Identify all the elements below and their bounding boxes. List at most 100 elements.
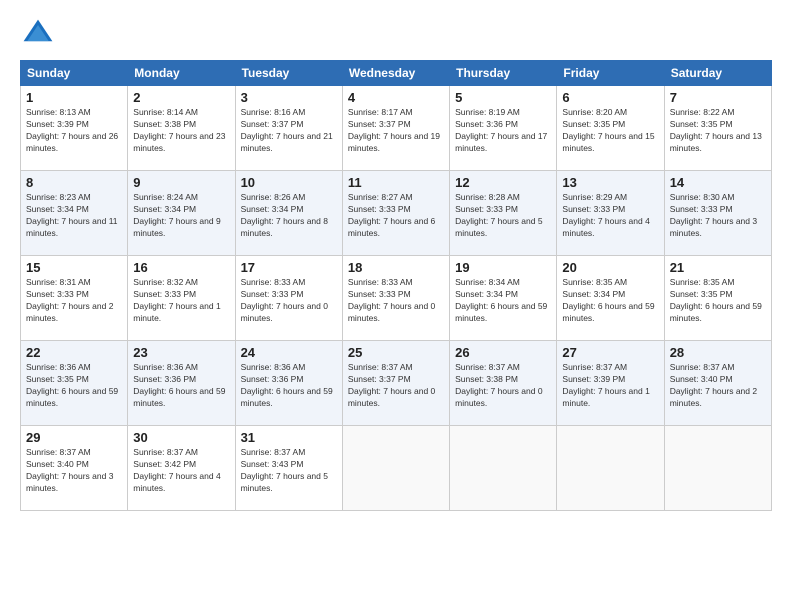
calendar-cell: 27 Sunrise: 8:37 AMSunset: 3:39 PMDayligh…: [557, 341, 664, 426]
day-number: 13: [562, 175, 658, 190]
sunset-text: Sunset: 3:33 PM: [348, 289, 411, 299]
sunset-text: Sunset: 3:40 PM: [26, 459, 89, 469]
calendar-cell: 10Sunrise: 8:26 AMSunset: 3:34 PMDayligh…: [235, 171, 342, 256]
day-number: 5: [455, 90, 551, 105]
daylight-text: Daylight: 6 hours and 59 minutes.: [562, 301, 654, 323]
sunrise-text: Sunrise: 8:19 AM: [455, 107, 520, 117]
daylight-text: Daylight: 7 hours and 11 minutes.: [26, 216, 118, 238]
daylight-text: Daylight: 7 hours and 0 minutes.: [348, 386, 435, 408]
calendar-cell: [342, 426, 449, 511]
sunset-text: Sunset: 3:37 PM: [348, 119, 411, 129]
day-number: 24: [241, 345, 337, 360]
sunset-text: Sunset: 3:34 PM: [241, 204, 304, 214]
day-info: Sunrise: 8:30 AMSunset: 3:33 PMDaylight:…: [670, 192, 766, 240]
day-info: Sunrise: 8:32 AMSunset: 3:33 PMDaylight:…: [133, 277, 229, 325]
sunrise-text: Sunrise: 8:27 AM: [348, 192, 413, 202]
daylight-text: Daylight: 7 hours and 5 minutes.: [455, 216, 542, 238]
calendar-cell: 25Sunrise: 8:37 AMSunset: 3:37 PMDayligh…: [342, 341, 449, 426]
day-info: Sunrise: 8:37 AMSunset: 3:39 PMDaylight:…: [562, 362, 658, 410]
day-number: 30: [133, 430, 229, 445]
day-number: 6: [562, 90, 658, 105]
day-info: Sunrise: 8:37 AMSunset: 3:38 PMDaylight:…: [455, 362, 551, 410]
day-info: Sunrise: 8:37 AMSunset: 3:43 PMDaylight:…: [241, 447, 337, 495]
calendar-week-2: 8Sunrise: 8:23 AMSunset: 3:34 PMDaylight…: [21, 171, 772, 256]
calendar-cell: 20 Sunrise: 8:35 AM Sunset: 3:34 PM Dayligh…: [557, 256, 664, 341]
sunset-text: Sunset: 3:33 PM: [348, 204, 411, 214]
daylight-text: Daylight: 6 hours and 59 minutes.: [133, 386, 225, 408]
sunset-text: Sunset: 3:39 PM: [26, 119, 89, 129]
sunset-text: Sunset: 3:34 PM: [562, 289, 625, 299]
sunset-text: Sunset: 3:33 PM: [670, 204, 733, 214]
calendar-week-3: 15Sunrise: 8:31 AMSunset: 3:33 PMDayligh…: [21, 256, 772, 341]
calendar-cell: [664, 426, 771, 511]
sunset-text: Sunset: 3:34 PM: [133, 204, 196, 214]
sunrise-text: Sunrise: 8:13 AM: [26, 107, 91, 117]
day-number: 9: [133, 175, 229, 190]
header: [20, 16, 772, 52]
calendar-cell: 28 Sunrise: 8:37 AMSunset: 3:40 PMDayligh…: [664, 341, 771, 426]
day-info: Sunrise: 8:16 AMSunset: 3:37 PMDaylight:…: [241, 107, 337, 155]
day-number: 20: [562, 260, 658, 275]
sunrise-text: Sunrise: 8:35 AM: [670, 277, 735, 287]
sunrise-text: Sunrise: 8:26 AM: [241, 192, 306, 202]
daylight-text: Daylight: 7 hours and 26 minutes.: [26, 131, 118, 153]
sunrise-text: Sunrise: 8:24 AM: [133, 192, 198, 202]
calendar-week-4: 22Sunrise: 8:36 AMSunset: 3:35 PMDayligh…: [21, 341, 772, 426]
calendar-cell: 8Sunrise: 8:23 AMSunset: 3:34 PMDaylight…: [21, 171, 128, 256]
sunset-text: Sunset: 3:38 PM: [455, 374, 518, 384]
calendar-cell: 7Sunrise: 8:22 AMSunset: 3:35 PMDaylight…: [664, 86, 771, 171]
sunrise-text: Sunrise: 8:23 AM: [26, 192, 91, 202]
daylight-text: Daylight: 7 hours and 1 minute.: [562, 386, 649, 408]
day-info: Sunrise: 8:35 AM Sunset: 3:34 PM Daylight:…: [562, 277, 658, 325]
sunset-text: Sunset: 3:37 PM: [241, 119, 304, 129]
calendar-header-saturday: Saturday: [664, 61, 771, 86]
day-number: 14: [670, 175, 766, 190]
sunset-text: Sunset: 3:34 PM: [26, 204, 89, 214]
day-number: 3: [241, 90, 337, 105]
day-info: Sunrise: 8:33 AMSunset: 3:33 PMDaylight:…: [348, 277, 444, 325]
daylight-text: Daylight: 7 hours and 2 minutes.: [26, 301, 113, 323]
sunrise-text: Sunrise: 8:32 AM: [133, 277, 198, 287]
calendar-cell: 13Sunrise: 8:29 AMSunset: 3:33 PMDayligh…: [557, 171, 664, 256]
day-info: Sunrise: 8:23 AM Sunset: 3:34 PM Daylight:…: [26, 192, 122, 240]
daylight-text: Daylight: 7 hours and 23 minutes.: [133, 131, 225, 153]
daylight-text: Daylight: 7 hours and 17 minutes.: [455, 131, 547, 153]
calendar-week-1: 1Sunrise: 8:13 AMSunset: 3:39 PMDaylight…: [21, 86, 772, 171]
day-info: Sunrise: 8:17 AMSunset: 3:37 PMDaylight:…: [348, 107, 444, 155]
day-info: Sunrise: 8:34 AMSunset: 3:34 PMDaylight:…: [455, 277, 551, 325]
day-info: Sunrise: 8:14 AMSunset: 3:38 PMDaylight:…: [133, 107, 229, 155]
day-info: Sunrise: 8:36 AMSunset: 3:36 PMDaylight:…: [133, 362, 229, 410]
calendar-header-monday: Monday: [128, 61, 235, 86]
sunrise-text: Sunrise: 8:37 AM: [133, 447, 198, 457]
calendar-cell: 4Sunrise: 8:17 AMSunset: 3:37 PMDaylight…: [342, 86, 449, 171]
day-number: 27: [562, 345, 658, 360]
sunrise-text: Sunrise: 8:29 AM: [562, 192, 627, 202]
calendar-cell: 18Sunrise: 8:33 AMSunset: 3:33 PMDayligh…: [342, 256, 449, 341]
sunrise-text: Sunrise: 8:28 AM: [455, 192, 520, 202]
daylight-text: Daylight: 7 hours and 21 minutes.: [241, 131, 333, 153]
day-number: 31: [241, 430, 337, 445]
daylight-text: Daylight: 7 hours and 0 minutes.: [348, 301, 435, 323]
day-number: 28: [670, 345, 766, 360]
sunset-text: Sunset: 3:35 PM: [562, 119, 625, 129]
day-info: Sunrise: 8:37 AMSunset: 3:40 PMDaylight:…: [670, 362, 766, 410]
day-info: Sunrise: 8:19 AMSunset: 3:36 PMDaylight:…: [455, 107, 551, 155]
calendar-cell: 6Sunrise: 8:20 AMSunset: 3:35 PMDaylight…: [557, 86, 664, 171]
sunset-text: Sunset: 3:33 PM: [133, 289, 196, 299]
day-info: Sunrise: 8:37 AMSunset: 3:40 PMDaylight:…: [26, 447, 122, 495]
sunrise-text: Sunrise: 8:31 AM: [26, 277, 91, 287]
daylight-text: Daylight: 7 hours and 15 minutes.: [562, 131, 654, 153]
day-info: Sunrise: 8:36 AMSunset: 3:35 PMDaylight:…: [26, 362, 122, 410]
daylight-text: Daylight: 7 hours and 8 minutes.: [241, 216, 328, 238]
day-number: 23: [133, 345, 229, 360]
calendar-cell: 31 Sunrise: 8:37 AMSunset: 3:43 PMDayligh…: [235, 426, 342, 511]
sunrise-text: Sunrise: 8:35 AM: [562, 277, 627, 287]
sunset-text: Sunset: 3:38 PM: [133, 119, 196, 129]
sunset-text: Sunset: 3:36 PM: [241, 374, 304, 384]
calendar-cell: 9 Sunrise: 8:24 AM Sunset: 3:34 PM Daylight…: [128, 171, 235, 256]
day-info: Sunrise: 8:35 AMSunset: 3:35 PMDaylight:…: [670, 277, 766, 325]
sunrise-text: Sunrise: 8:34 AM: [455, 277, 520, 287]
logo-icon: [20, 16, 56, 52]
sunrise-text: Sunrise: 8:37 AM: [241, 447, 306, 457]
daylight-text: Daylight: 7 hours and 9 minutes.: [133, 216, 220, 238]
